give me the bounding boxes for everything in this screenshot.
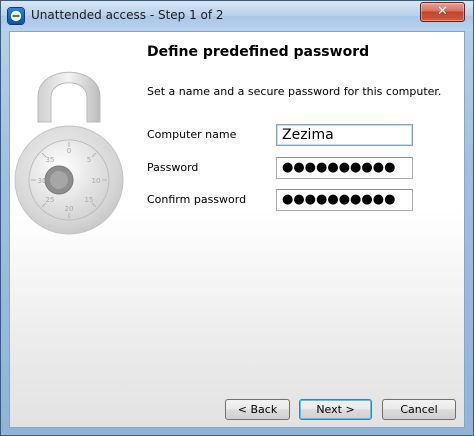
window-title: Unattended access - Step 1 of 2 — [31, 8, 224, 22]
svg-text:15: 15 — [85, 196, 94, 204]
svg-text:35: 35 — [46, 156, 55, 164]
dialog-window: Unattended access - Step 1 of 2 ✕ 0 5 10… — [0, 0, 474, 436]
page-heading: Define predefined password — [147, 44, 370, 60]
page-description: Set a name and a secure password for thi… — [147, 85, 442, 98]
svg-text:10: 10 — [92, 177, 101, 185]
title-bar[interactable]: Unattended access - Step 1 of 2 ✕ — [1, 1, 473, 31]
back-button[interactable]: < Back — [225, 399, 290, 420]
svg-text:5: 5 — [87, 156, 91, 164]
svg-text:0: 0 — [67, 147, 71, 155]
computer-name-field[interactable]: Zezima — [276, 124, 413, 146]
svg-text:25: 25 — [46, 196, 55, 204]
confirm-password-label: Confirm password — [147, 193, 247, 206]
teamviewer-icon — [8, 8, 24, 24]
padlock-icon: 0 5 10 15 20 25 30 35 — [14, 52, 134, 256]
svg-text:20: 20 — [65, 205, 74, 213]
cancel-button[interactable]: Cancel — [382, 399, 456, 420]
close-button[interactable]: ✕ — [420, 2, 465, 22]
password-field[interactable]: ●●●●●●●●●● — [276, 157, 413, 179]
computer-name-label: Computer name — [147, 128, 237, 141]
password-label: Password — [147, 161, 199, 174]
confirm-password-field[interactable]: ●●●●●●●●●● — [276, 189, 413, 211]
next-button[interactable]: Next > — [299, 399, 372, 420]
wizard-content: 0 5 10 15 20 25 30 35 Define predefined … — [9, 31, 465, 428]
